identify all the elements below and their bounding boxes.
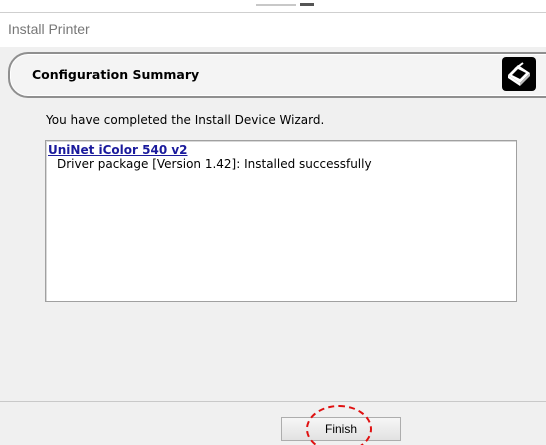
install-printer-window: Install Printer Configuration Summary Yo…	[0, 0, 546, 445]
button-bar	[0, 401, 546, 445]
driver-status-text: Driver package [Version 1.42]: Installed…	[57, 157, 372, 171]
window-title: Install Printer	[8, 21, 90, 37]
device-name-link[interactable]: UniNet iColor 540 v2	[48, 143, 188, 157]
background-window-edge	[0, 0, 546, 12]
background-mark	[300, 3, 314, 6]
completion-message: You have completed the Install Device Wi…	[46, 113, 325, 127]
page-heading: Configuration Summary	[32, 67, 200, 82]
wizard-banner: Configuration Summary	[8, 52, 546, 98]
printer-icon	[502, 57, 536, 91]
installation-summary-box[interactable]: UniNet iColor 540 v2 Driver package [Ver…	[45, 140, 517, 302]
title-bar[interactable]: Install Printer	[0, 12, 546, 47]
finish-button[interactable]: Finish	[281, 417, 401, 441]
background-mark	[256, 4, 296, 6]
